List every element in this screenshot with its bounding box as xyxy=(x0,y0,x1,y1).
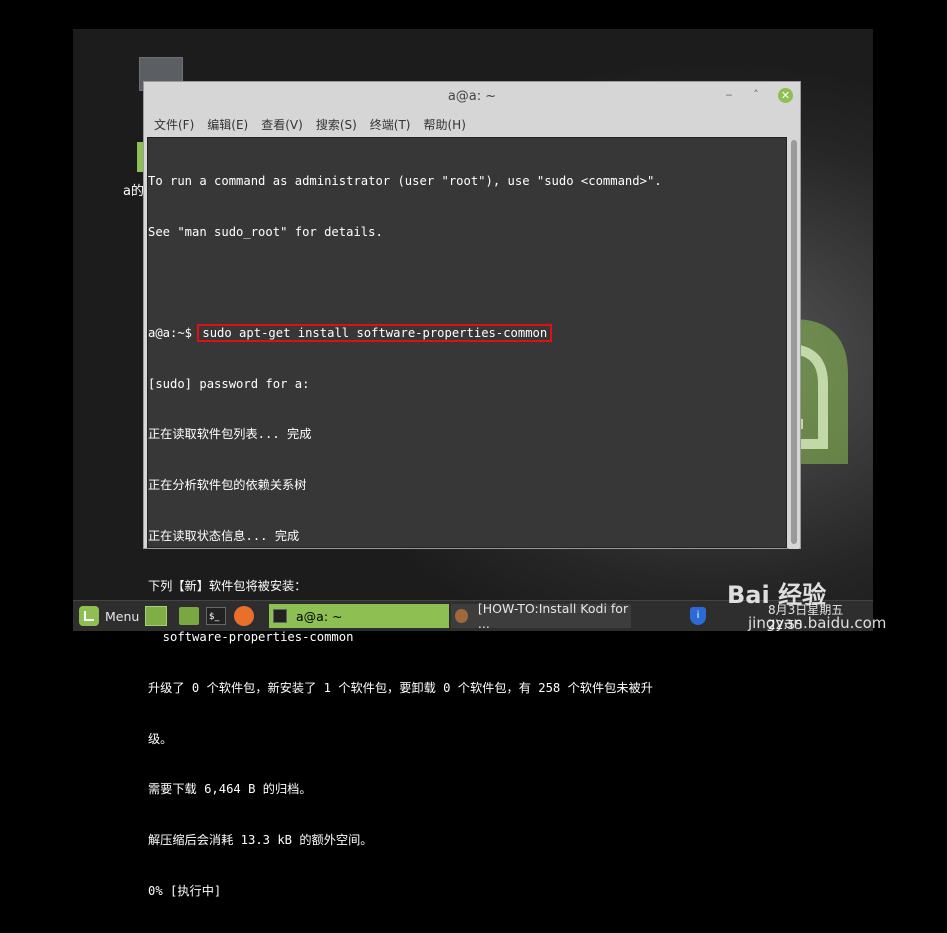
terminal-launcher[interactable]: $_ xyxy=(206,604,226,628)
desktop-icon-label: a的 xyxy=(123,184,144,199)
terminal-line: [sudo] password for a: xyxy=(148,376,310,391)
show-desktop-launcher[interactable] xyxy=(145,604,167,628)
menu-help[interactable]: 帮助(H) xyxy=(424,110,474,135)
terminal-line: See "man sudo_root" for details. xyxy=(148,224,383,239)
terminal-line: software-properties-common xyxy=(148,630,354,645)
terminal-line: 正在分析软件包的依赖关系树 xyxy=(148,478,307,493)
menubar: 文件(F) 编辑(E) 查看(V) 搜索(S) 终端(T) 帮助(H) xyxy=(144,110,800,135)
terminal-text: To run a command as administrator (user … xyxy=(148,139,662,933)
task-terminal[interactable]: a@a: ~ xyxy=(269,604,449,628)
menu-button[interactable]: Menu xyxy=(79,604,139,628)
highlighted-command: sudo apt-get install software-properties… xyxy=(197,323,553,342)
window-titlebar[interactable]: a@a: ~ ‒ ˄ ✕ xyxy=(144,82,800,110)
terminal-line: 正在读取状态信息... 完成 xyxy=(148,528,300,543)
task-label: [HOW-TO:Install Kodi for ... xyxy=(477,601,629,631)
terminal-line: 解压缩后会消耗 13.3 kB 的额外空间。 xyxy=(148,832,373,847)
scrollbar-thumb[interactable] xyxy=(791,140,797,544)
terminal-icon: $_ xyxy=(206,607,226,625)
task-browser[interactable]: [HOW-TO:Install Kodi for ... xyxy=(451,601,631,631)
menu-search[interactable]: 搜索(S) xyxy=(316,110,365,135)
terminal-line: 升级了 0 个软件包，新安装了 1 个软件包，要卸载 0 个软件包，有 258 … xyxy=(148,680,653,695)
minimize-button[interactable]: ‒ xyxy=(722,88,736,102)
close-button[interactable]: ✕ xyxy=(778,88,793,103)
terminal-scrollbar[interactable] xyxy=(789,138,799,549)
window-title: a@a: ~ xyxy=(447,89,497,104)
terminal-line: 需要下载 6,464 B 的归档。 xyxy=(148,782,312,797)
terminal-output[interactable]: To run a command as administrator (user … xyxy=(147,137,799,898)
firefox-icon xyxy=(234,606,254,626)
terminal-line: 下列【新】软件包将被安装： xyxy=(148,579,307,594)
terminal-command-line: a@a:~$ sudo apt-get install software-pro… xyxy=(148,323,662,342)
folder-icon xyxy=(179,607,199,625)
menu-edit[interactable]: 编辑(E) xyxy=(207,110,256,135)
terminal-prompt: a@a:~$ xyxy=(148,325,200,340)
terminal-line: 正在读取软件包列表... 完成 xyxy=(148,427,312,442)
terminal-window: a@a: ~ ‒ ˄ ✕ 文件(F) 编辑(E) 查看(V) 搜索(S) 终端(… xyxy=(143,81,801,898)
menu-file[interactable]: 文件(F) xyxy=(154,110,202,135)
maximize-button[interactable]: ˄ xyxy=(749,88,763,102)
menu-terminal[interactable]: 终端(T) xyxy=(370,110,419,135)
update-tray[interactable]: i xyxy=(690,604,706,628)
shield-icon: i xyxy=(690,607,706,625)
terminal-line: 0% [执行中] xyxy=(148,883,222,898)
mint-menu-icon xyxy=(79,606,99,626)
browser-small-icon xyxy=(455,609,468,623)
files-launcher[interactable] xyxy=(179,604,199,628)
terminal-line: To run a command as administrator (user … xyxy=(148,173,662,188)
task-label: a@a: ~ xyxy=(296,608,343,624)
terminal-line: 级。 xyxy=(148,731,173,746)
firefox-launcher[interactable] xyxy=(234,604,254,628)
terminal-small-icon xyxy=(273,609,287,623)
menu-button-label: Menu xyxy=(105,608,140,624)
watermark-logo: Bai 经验 xyxy=(727,581,827,609)
menu-view[interactable]: 查看(V) xyxy=(261,110,311,135)
watermark-url: jingyan.baidu.com xyxy=(748,614,887,632)
show-desktop-icon xyxy=(145,606,167,626)
